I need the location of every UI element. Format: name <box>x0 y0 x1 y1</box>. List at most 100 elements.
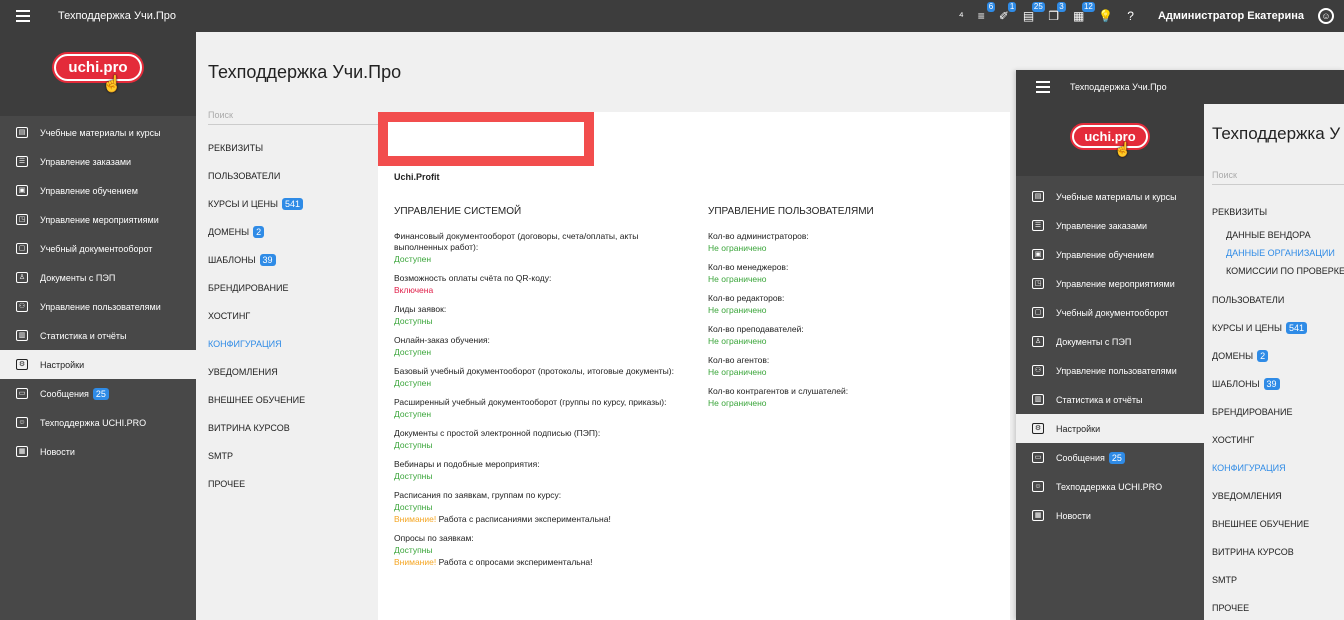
settings-item-11[interactable]: SMTP <box>208 442 368 470</box>
overlay-logo[interactable]: uchi.pro ☝ <box>1072 124 1148 157</box>
copy-icon[interactable]: ❐ 3 <box>1048 2 1066 23</box>
config-status: Доступны <box>394 502 433 512</box>
pen-icon[interactable]: ✐ 1 <box>999 2 1017 23</box>
overlay-settings-item-1[interactable]: ПОЛЬЗОВАТЕЛИ <box>1212 286 1344 314</box>
config-question: Кол-во редакторов: <box>708 293 785 303</box>
overlay-settings-item-label: ВИТРИНА КУРСОВ <box>1212 547 1294 557</box>
overlay-screenshot: Техподдержка Учи.Про uchi.pro ☝ ▤ Учебные… <box>1016 70 1344 620</box>
overlay-settings-item-4[interactable]: ШАБЛОНЫ 39 <box>1212 370 1344 398</box>
overlay-sidebar-item-label: Техподдержка UCHI.PRO <box>1056 481 1163 492</box>
settings-item-4[interactable]: ШАБЛОНЫ 39 <box>208 246 368 274</box>
overlay-sidebar-item-7[interactable]: ▥ Статистика и отчёты <box>1016 385 1204 414</box>
sidebar-item-2[interactable]: ▣ Управление обучением <box>0 176 196 205</box>
settings-item-0[interactable]: РЕКВИЗИТЫ <box>208 134 368 162</box>
sidebar-item-6[interactable]: ⚇ Управление пользователями <box>0 292 196 321</box>
sidebar-item-3[interactable]: ◳ Управление мероприятиями <box>0 205 196 234</box>
sidebar-item-5[interactable]: ♙ Документы с ПЭП <box>0 263 196 292</box>
overlay-settings-item-7[interactable]: КОНФИГУРАЦИЯ <box>1212 454 1344 482</box>
overlay-sidebar-item-label: Настройки <box>1056 423 1101 434</box>
overlay-settings-item-6[interactable]: ХОСТИНГ <box>1212 426 1344 454</box>
overlay-settings-item-11[interactable]: SMTP <box>1212 566 1344 594</box>
user-name[interactable]: Администратор Екатерина <box>1158 10 1304 22</box>
sidebar-item-label: Управление заказами <box>40 156 132 167</box>
menu-icon[interactable] <box>16 10 30 22</box>
overlay-settings-item-2[interactable]: КУРСЫ И ЦЕНЫ 541 <box>1212 314 1344 342</box>
settings-item-2[interactable]: КУРСЫ И ЦЕНЫ 541 <box>208 190 368 218</box>
overlay-sidebar-item-8[interactable]: ⚙ Настройки <box>1016 414 1204 443</box>
overlay-settings-item-label: ДОМЕНЫ <box>1212 351 1254 361</box>
logo[interactable]: uchi.pro ☝ <box>54 53 142 93</box>
overlay-sidebar-item-1[interactable]: ☰ Управление заказами <box>1016 211 1204 240</box>
overlay-submenu-item-2[interactable]: КОМИССИИ ПО ПРОВЕРКЕ <box>1212 262 1344 280</box>
settings-item-6[interactable]: ХОСТИНГ <box>208 302 368 330</box>
tariff-name: Uchi.Profit <box>394 172 440 182</box>
overlay-sidebar-item-label: Управление мероприятиями <box>1056 278 1175 289</box>
sidebar-item-4[interactable]: ▢ Учебный документооборот <box>0 234 196 263</box>
overlay-sidebar-item-4[interactable]: ▢ Учебный документооборот <box>1016 298 1204 327</box>
warning-label: Внимание! <box>394 557 437 567</box>
sidebar-item-label: Сообщения <box>40 388 89 399</box>
overlay-sidebar-item-9[interactable]: ▭ Сообщения 25 <box>1016 443 1204 472</box>
overlay-sidebar-item-label: Новости <box>1056 510 1091 521</box>
overlay-sidebar-item-6[interactable]: ⚇ Управление пользователями <box>1016 356 1204 385</box>
overlay-settings-item-8[interactable]: УВЕДОМЛЕНИЯ <box>1212 482 1344 510</box>
settings-item-10[interactable]: ВИТРИНА КУРСОВ <box>208 414 368 442</box>
overlay-sidebar-item-label: Сообщения <box>1056 452 1105 463</box>
sidebar-item-9[interactable]: ▭ Сообщения 25 <box>0 379 196 408</box>
settings-item-label: ВИТРИНА КУРСОВ <box>208 423 290 433</box>
overlay-settings-item-label: ПОЛЬЗОВАТЕЛИ <box>1212 295 1285 305</box>
settings-item-7[interactable]: КОНФИГУРАЦИЯ <box>208 330 368 358</box>
sidebar-item-10[interactable]: ☺ Техподдержка UCHI.PRO <box>0 408 196 437</box>
help-icon-glyph: ? <box>1127 9 1134 23</box>
settings-item-label: ХОСТИНГ <box>208 311 251 321</box>
overlay-settings-item-3[interactable]: ДОМЕНЫ 2 <box>1212 342 1344 370</box>
top-bar: Техподдержка Учи.Про ⁴ ≡ 6 ✐ 1 ▤ 25 ❐ 3 ▦ 12 💡? Адм… <box>0 0 1344 32</box>
overlay-submenu-item-0[interactable]: ДАННЫЕ ВЕНДОРА <box>1212 226 1344 244</box>
overlay-sidebar-item-5[interactable]: ♙ Документы с ПЭП <box>1016 327 1204 356</box>
warning-label: Внимание! <box>394 514 437 524</box>
config-status: Не ограничено <box>708 367 767 377</box>
overlay-search-input[interactable]: Поиск <box>1212 170 1344 185</box>
overlay-pointer-hand-icon: ☝ <box>1114 140 1132 157</box>
list-icon[interactable]: ≡ 6 <box>978 2 996 23</box>
overlay-sidebar-item-label: Учебные материалы и курсы <box>1056 191 1177 202</box>
overlay-settings-item-9[interactable]: ВНЕШНЕЕ ОБУЧЕНИЕ <box>1212 510 1344 538</box>
overlay-settings-item-5[interactable]: БРЕНДИРОВАНИЕ <box>1212 398 1344 426</box>
settings-item-8[interactable]: УВЕДОМЛЕНИЯ <box>208 358 368 386</box>
sidebar-item-8[interactable]: ⚙ Настройки <box>0 350 196 379</box>
overlay-app-title: Техподдержка Учи.Про <box>1070 82 1167 92</box>
overlay-submenu-item-1[interactable]: ДАННЫЕ ОРГАНИЗАЦИИ <box>1212 244 1344 262</box>
overlay-settings-item-0[interactable]: РЕКВИЗИТЫ <box>1212 198 1344 226</box>
system-title: УПРАВЛЕНИЕ СИСТЕМОЙ <box>394 206 522 217</box>
overlay-settings-item-12[interactable]: ПРОЧЕЕ <box>1212 594 1344 620</box>
doc-list-icon[interactable]: ▤ 25 <box>1023 2 1045 23</box>
overlay-sidebar-item-icon: ▥ <box>1032 394 1044 405</box>
overlay-sidebar-item-0[interactable]: ▤ Учебные материалы и курсы <box>1016 182 1204 211</box>
users-add-icon[interactable]: ⁴ <box>959 9 964 23</box>
overlay-sidebar-item-3[interactable]: ◳ Управление мероприятиями <box>1016 269 1204 298</box>
overlay-menu-icon[interactable] <box>1036 81 1050 93</box>
settings-item-1[interactable]: ПОЛЬЗОВАТЕЛИ <box>208 162 368 190</box>
bulb-icon[interactable]: 💡 <box>1098 9 1113 23</box>
overlay-sidebar-item-11[interactable]: ▦ Новости <box>1016 501 1204 530</box>
settings-item-12[interactable]: ПРОЧЕЕ <box>208 470 368 498</box>
config-question: Базовый учебный документооборот (протоко… <box>394 366 674 376</box>
overlay-sidebar-item-2[interactable]: ▣ Управление обучением <box>1016 240 1204 269</box>
table-icon[interactable]: ▦ 12 <box>1073 2 1095 23</box>
overlay-settings-badge: 39 <box>1263 378 1280 390</box>
settings-item-5[interactable]: БРЕНДИРОВАНИЕ <box>208 274 368 302</box>
overlay-sidebar-item-10[interactable]: ☺ Техподдержка UCHI.PRO <box>1016 472 1204 501</box>
help-icon[interactable]: ? <box>1127 9 1134 23</box>
sidebar-item-0[interactable]: ▤ Учебные материалы и курсы <box>0 118 196 147</box>
settings-badge: 39 <box>259 254 276 266</box>
overlay-settings-item-10[interactable]: ВИТРИНА КУРСОВ <box>1212 538 1344 566</box>
sidebar-item-11[interactable]: ▦ Новости <box>0 437 196 466</box>
sidebar-item-label: Управление пользователями <box>40 301 161 312</box>
overlay-top-bar: Техподдержка Учи.Про <box>1016 70 1344 104</box>
settings-item-3[interactable]: ДОМЕНЫ 2 <box>208 218 368 246</box>
settings-item-9[interactable]: ВНЕШНЕЕ ОБУЧЕНИЕ <box>208 386 368 414</box>
sidebar-item-7[interactable]: ▥ Статистика и отчёты <box>0 321 196 350</box>
user-avatar-icon[interactable]: ☺ <box>1318 8 1334 24</box>
settings-item-label: ШАБЛОНЫ <box>208 255 256 265</box>
sidebar-item-1[interactable]: ☰ Управление заказами <box>0 147 196 176</box>
